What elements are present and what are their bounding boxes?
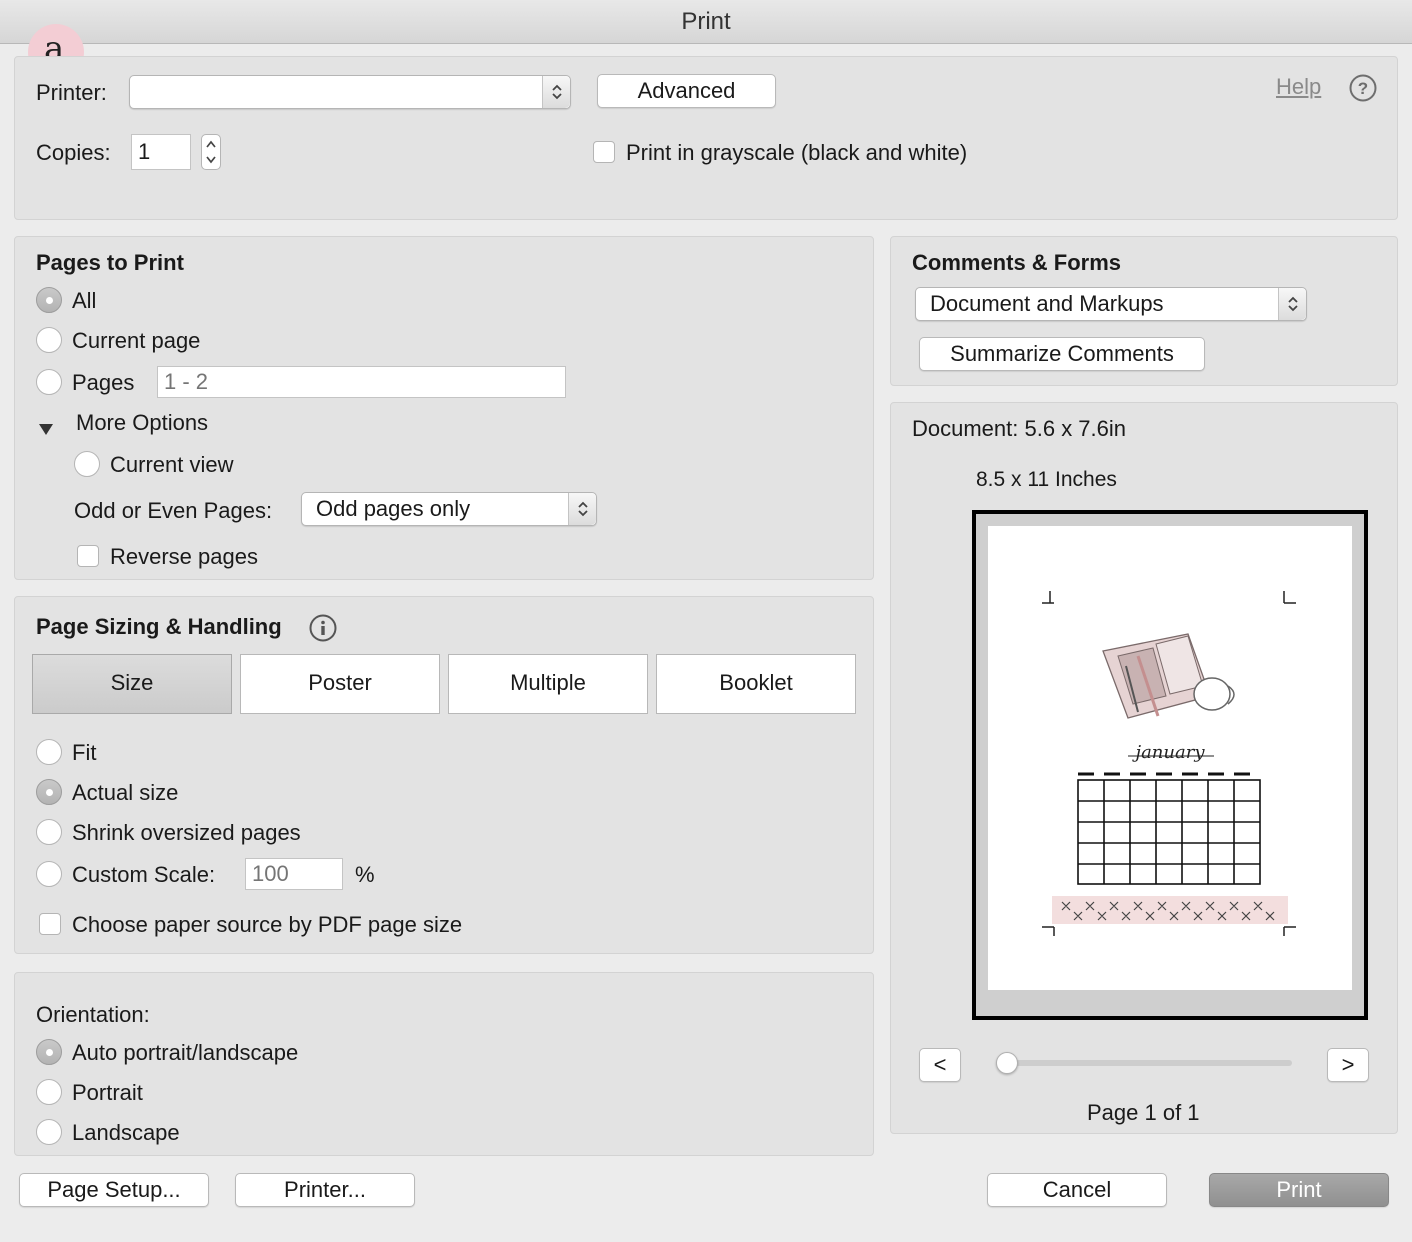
updown-arrows-icon: [568, 493, 596, 525]
printer-label: Printer:: [36, 80, 107, 105]
copies-input[interactable]: 1: [131, 134, 191, 170]
print-button[interactable]: Print: [1209, 1173, 1389, 1207]
printer-select[interactable]: [129, 75, 571, 109]
info-icon[interactable]: [309, 614, 337, 642]
paper-source-label: Choose paper source by PDF page size: [72, 912, 463, 937]
radio-auto-orientation[interactable]: [36, 1039, 62, 1065]
page-indicator: Page 1 of 1: [1087, 1100, 1200, 1125]
radio-landscape[interactable]: [36, 1119, 62, 1145]
radio-actual-size[interactable]: [36, 779, 62, 805]
radio-custom-scale-label: Custom Scale:: [72, 862, 216, 887]
updown-arrows-icon: [1278, 288, 1306, 320]
more-options-label[interactable]: More Options: [76, 410, 208, 436]
tab-poster[interactable]: Poster: [240, 654, 440, 714]
radio-portrait-label: Portrait: [72, 1080, 143, 1105]
reverse-pages-label: Reverse pages: [110, 544, 258, 569]
radio-current-view[interactable]: [74, 451, 100, 477]
radio-all[interactable]: [36, 287, 62, 313]
radio-fit-label: Fit: [72, 740, 97, 765]
advanced-button[interactable]: Advanced: [597, 74, 776, 108]
pages-range-input[interactable]: [157, 366, 566, 398]
comments-forms-heading: Comments & Forms: [912, 250, 1122, 275]
radio-landscape-label: Landscape: [72, 1120, 180, 1145]
summarize-comments-button[interactable]: Summarize Comments: [919, 337, 1205, 371]
percent-sign: %: [355, 862, 375, 887]
disclosure-triangle-icon[interactable]: [38, 416, 54, 435]
radio-current-page[interactable]: [36, 327, 62, 353]
tab-booklet[interactable]: Booklet: [656, 654, 856, 714]
printer-settings-button[interactable]: Printer...: [235, 1173, 415, 1207]
copies-label: Copies:: [36, 140, 111, 165]
help-icon[interactable]: ?: [1349, 74, 1377, 102]
page-preview: january: [972, 510, 1368, 1020]
preview-paper: january: [988, 526, 1352, 990]
radio-fit[interactable]: [36, 739, 62, 765]
orientation-heading: Orientation:: [36, 1002, 150, 1027]
odd-even-label: Odd or Even Pages:: [74, 498, 273, 523]
stepper-arrows-icon: [206, 140, 216, 164]
radio-actual-size-label: Actual size: [72, 780, 179, 805]
paper-source-checkbox[interactable]: [39, 913, 61, 935]
pages-to-print-panel: [14, 236, 874, 580]
page-slider-thumb[interactable]: [996, 1052, 1018, 1074]
radio-auto-orientation-label: Auto portrait/landscape: [72, 1040, 299, 1065]
radio-pages-label: Pages: [72, 370, 135, 395]
calendar-page-thumbnail: january: [1042, 591, 1296, 936]
radio-all-label: All: [72, 288, 97, 313]
tab-size[interactable]: Size: [32, 654, 232, 714]
radio-shrink-oversized[interactable]: [36, 819, 62, 845]
previous-page-button[interactable]: <: [919, 1048, 961, 1082]
svg-text:?: ?: [1358, 79, 1368, 98]
copies-stepper[interactable]: [201, 134, 221, 170]
comments-forms-select-value: Document and Markups: [930, 291, 1164, 316]
grayscale-checkbox[interactable]: [593, 141, 615, 163]
page-sizing-panel: [14, 596, 874, 954]
next-page-button[interactable]: >: [1327, 1048, 1369, 1082]
tab-multiple[interactable]: Multiple: [448, 654, 648, 714]
document-size-label: Document: 5.6 x 7.6in: [912, 416, 1127, 441]
radio-current-view-label: Current view: [110, 452, 234, 477]
page-setup-button[interactable]: Page Setup...: [19, 1173, 209, 1207]
calendar-title: january: [1131, 742, 1205, 763]
odd-even-select-value: Odd pages only: [316, 496, 471, 521]
radio-portrait[interactable]: [36, 1079, 62, 1105]
radio-shrink-oversized-label: Shrink oversized pages: [72, 820, 301, 845]
radio-current-page-label: Current page: [72, 328, 201, 353]
help-link[interactable]: Help: [1276, 74, 1321, 100]
reverse-pages-checkbox[interactable]: [77, 545, 99, 567]
page-slider-track[interactable]: [1000, 1060, 1292, 1066]
radio-custom-scale[interactable]: [36, 861, 62, 887]
radio-pages[interactable]: [36, 369, 62, 395]
updown-arrows-icon: [542, 76, 570, 108]
window-title: Print: [0, 0, 1412, 44]
pages-to-print-heading: Pages to Print: [36, 250, 184, 275]
odd-even-select[interactable]: Odd pages only: [301, 492, 597, 526]
grayscale-label: Print in grayscale (black and white): [626, 140, 968, 165]
custom-scale-input[interactable]: [245, 858, 343, 890]
comments-forms-select[interactable]: Document and Markups: [915, 287, 1307, 321]
page-sizing-heading: Page Sizing & Handling: [36, 614, 282, 639]
cancel-button[interactable]: Cancel: [987, 1173, 1167, 1207]
paper-size-label: 8.5 x 11 Inches: [976, 468, 1117, 491]
